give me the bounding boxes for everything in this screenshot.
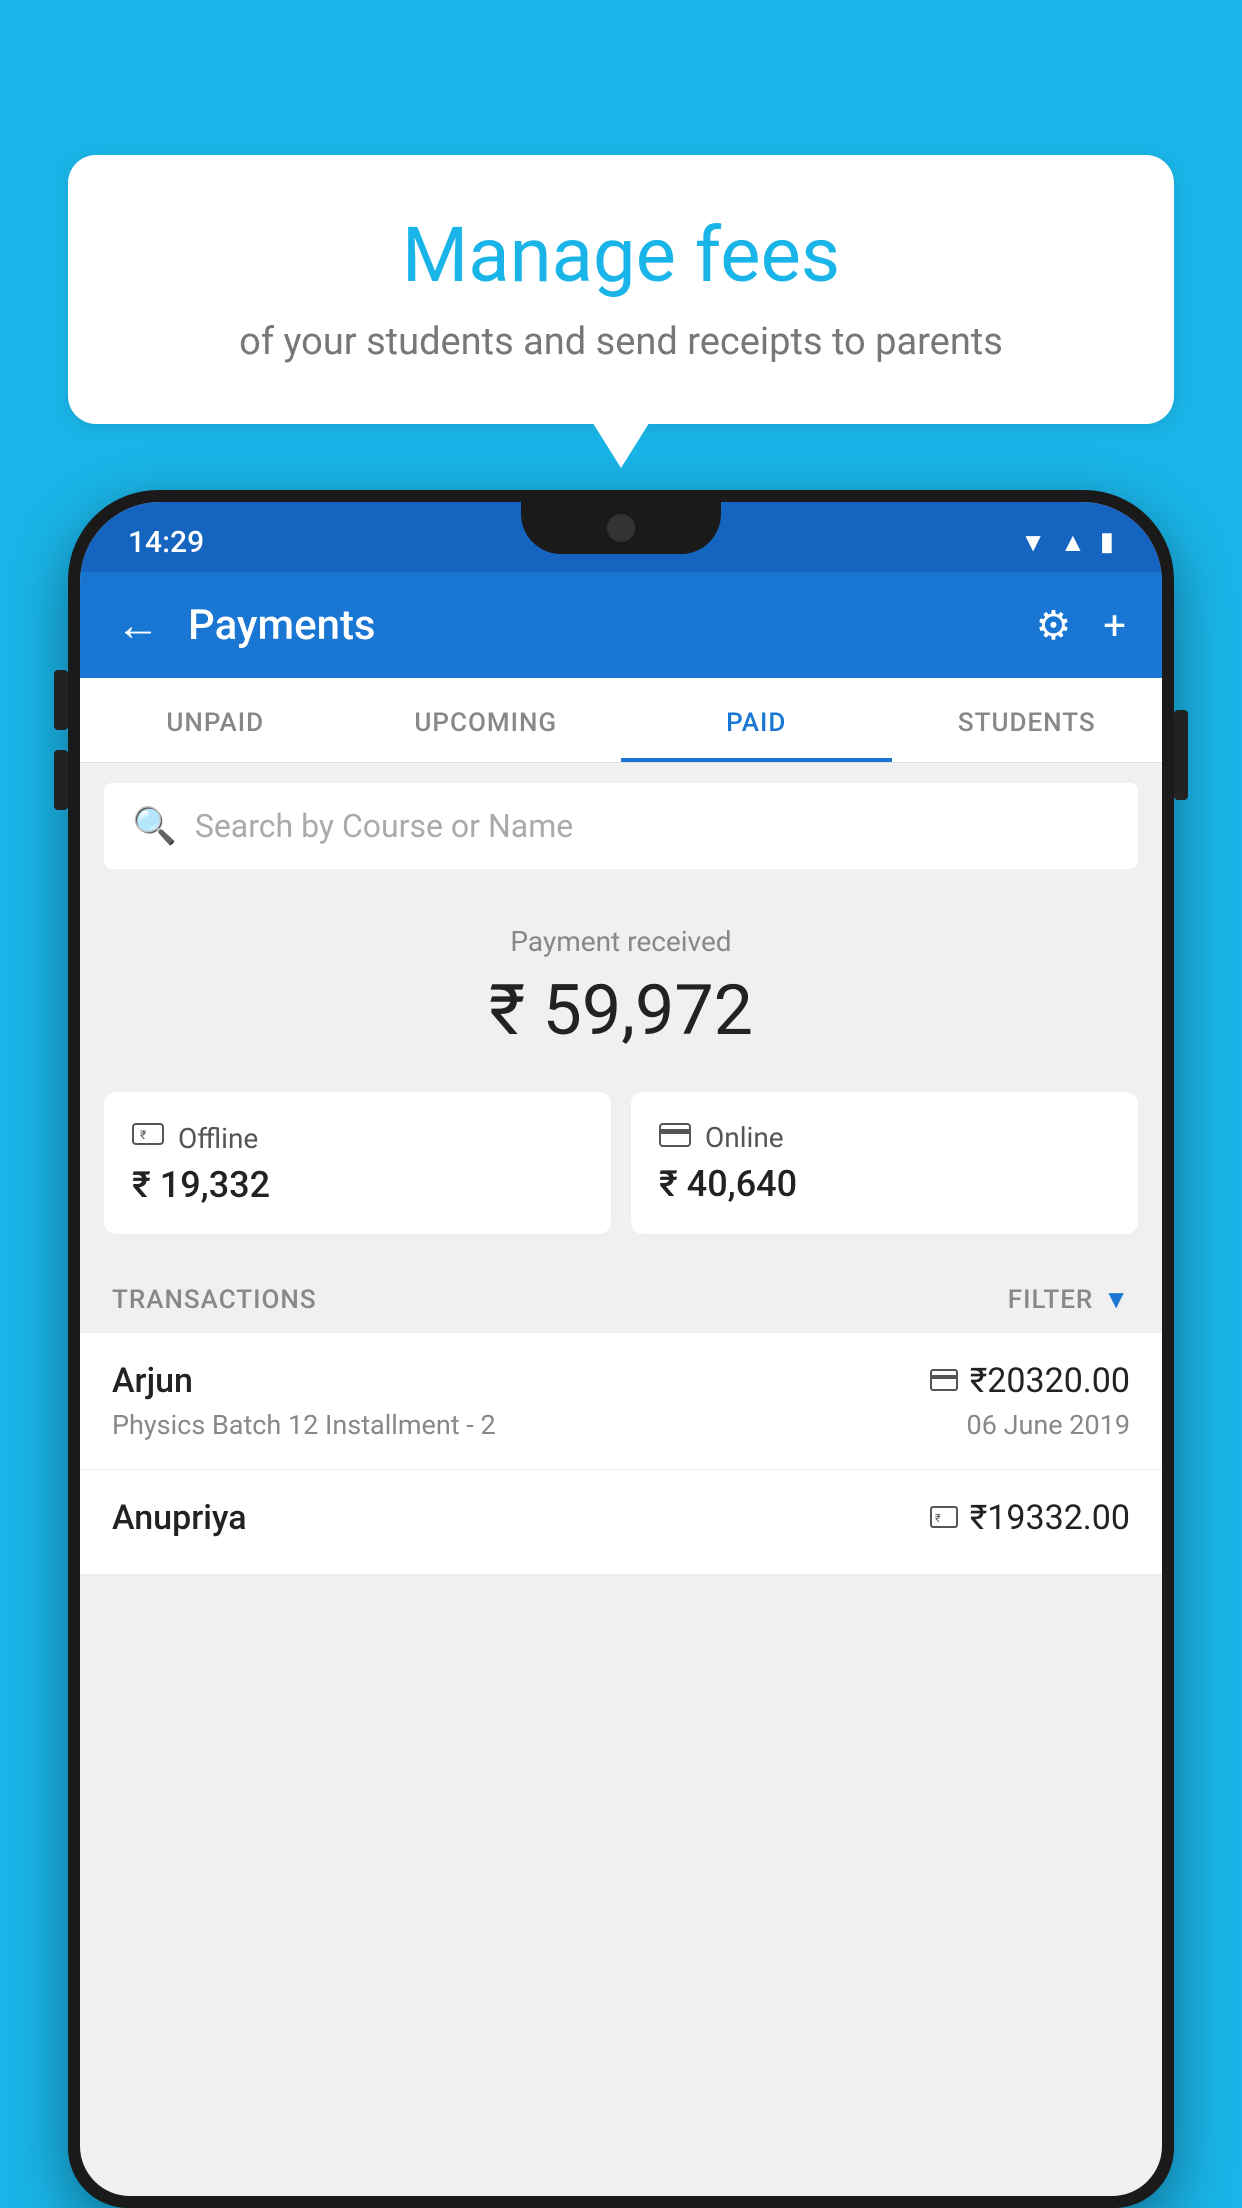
content-area: 🔍 Search by Course or Name Payment recei…	[80, 783, 1162, 1575]
offline-amount: ₹ 19,332	[132, 1164, 583, 1206]
online-payment-card: Online ₹ 40,640	[631, 1092, 1138, 1234]
app-bar-title: Payments	[188, 601, 1007, 650]
wifi-icon: ▼	[1020, 527, 1046, 558]
search-bar[interactable]: 🔍 Search by Course or Name	[104, 783, 1138, 869]
table-row[interactable]: Arjun ₹20320.00 Physics	[80, 1333, 1162, 1470]
filter-icon: ▼	[1103, 1284, 1130, 1315]
transactions-label: TRANSACTIONS	[112, 1285, 317, 1315]
tabs-bar: UNPAID UPCOMING PAID STUDENTS	[80, 678, 1162, 763]
offline-label: Offline	[178, 1122, 258, 1155]
transaction-date: 06 June 2019	[967, 1409, 1130, 1441]
transaction-course: Physics Batch 12 Installment - 2	[112, 1409, 496, 1441]
add-icon[interactable]: +	[1103, 602, 1126, 649]
tab-students[interactable]: STUDENTS	[892, 678, 1163, 762]
settings-icon[interactable]: ⚙	[1035, 602, 1071, 649]
transaction-amount: ₹19332.00	[970, 1498, 1130, 1538]
table-row[interactable]: Anupriya ₹ ₹19332.00	[80, 1470, 1162, 1575]
payment-received-section: Payment received ₹ 59,972	[80, 889, 1162, 1072]
filter-button[interactable]: FILTER ▼	[1008, 1284, 1130, 1315]
search-icon: 🔍	[132, 805, 177, 847]
svg-text:₹: ₹	[140, 1128, 146, 1142]
status-icons: ▼ ▲ ▮	[1020, 527, 1114, 558]
payment-received-amount: ₹ 59,972	[104, 970, 1138, 1052]
search-placeholder: Search by Course or Name	[195, 807, 573, 845]
speech-bubble: Manage fees of your students and send re…	[68, 155, 1174, 424]
battery-icon: ▮	[1100, 527, 1114, 557]
online-icon	[659, 1120, 691, 1155]
tab-unpaid[interactable]: UNPAID	[80, 678, 351, 762]
offline-payment-card: ₹ Offline ₹ 19,332	[104, 1092, 611, 1234]
signal-icon: ▲	[1060, 527, 1086, 558]
app-bar: ← Payments ⚙ +	[80, 572, 1162, 678]
transaction-amount-wrapper: ₹20320.00	[930, 1361, 1130, 1401]
speech-bubble-title: Manage fees	[128, 210, 1114, 300]
phone-frame: 14:29 ▼ ▲ ▮ ← Payments ⚙ + UNPAID	[68, 490, 1174, 2208]
payment-cards: ₹ Offline ₹ 19,332	[80, 1072, 1162, 1262]
transactions-header: TRANSACTIONS FILTER ▼	[80, 1262, 1162, 1333]
transaction-name: Arjun	[112, 1361, 193, 1401]
power-button[interactable]	[1174, 710, 1188, 800]
camera	[607, 514, 635, 542]
transaction-amount: ₹20320.00	[970, 1361, 1130, 1401]
volume-down-button[interactable]	[54, 750, 68, 810]
payment-type-icon	[930, 1365, 958, 1398]
transaction-name: Anupriya	[112, 1498, 247, 1538]
payment-received-label: Payment received	[104, 925, 1138, 958]
phone-screen: 14:29 ▼ ▲ ▮ ← Payments ⚙ + UNPAID	[80, 502, 1162, 2196]
tab-paid[interactable]: PAID	[621, 678, 892, 762]
status-time: 14:29	[128, 525, 204, 560]
back-button[interactable]: ←	[116, 599, 160, 651]
offline-icon: ₹	[132, 1120, 164, 1156]
transaction-list: Arjun ₹20320.00 Physics	[80, 1333, 1162, 1575]
phone-notch	[521, 502, 721, 554]
svg-text:₹: ₹	[935, 1512, 941, 1525]
online-label: Online	[705, 1121, 784, 1154]
speech-bubble-subtitle: of your students and send receipts to pa…	[128, 320, 1114, 364]
tab-upcoming[interactable]: UPCOMING	[351, 678, 622, 762]
transaction-amount-wrapper: ₹ ₹19332.00	[930, 1498, 1130, 1538]
filter-label: FILTER	[1008, 1285, 1093, 1315]
online-amount: ₹ 40,640	[659, 1163, 1110, 1205]
volume-up-button[interactable]	[54, 670, 68, 730]
app-bar-actions: ⚙ +	[1035, 602, 1126, 649]
payment-type-icon-offline: ₹	[930, 1502, 958, 1535]
